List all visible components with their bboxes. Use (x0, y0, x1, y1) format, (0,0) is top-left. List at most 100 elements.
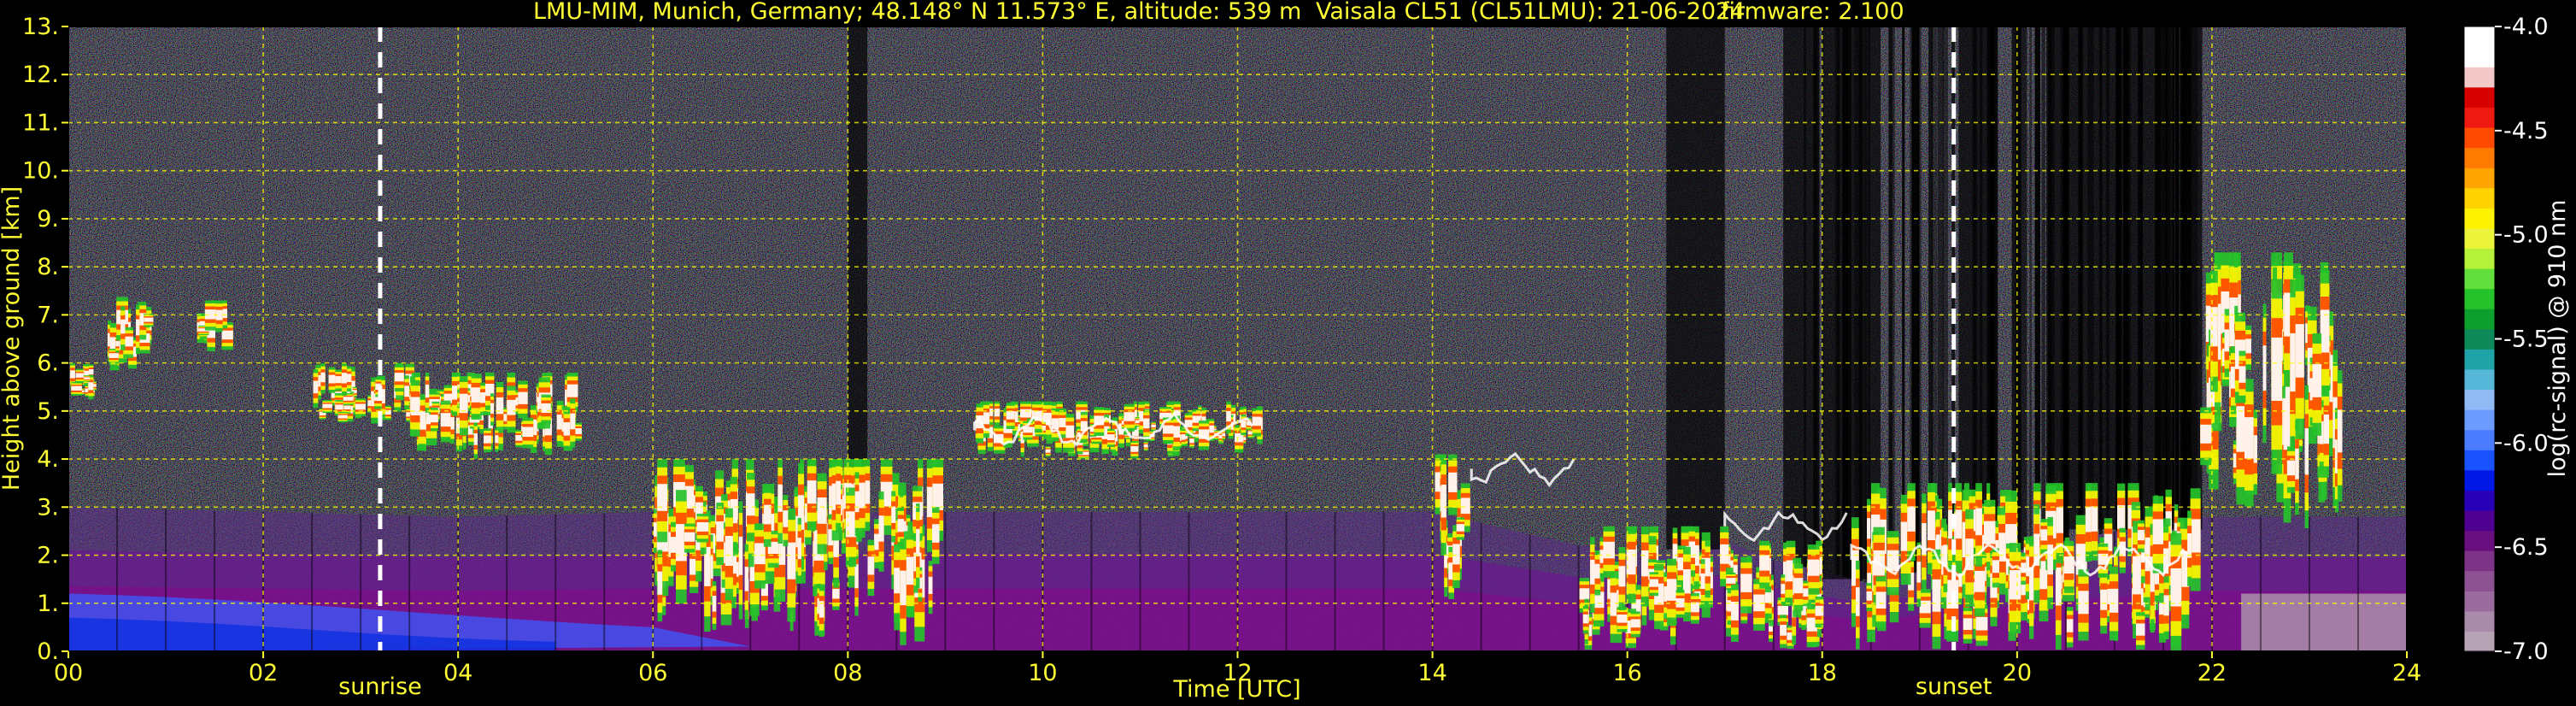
colorbar-swatch (2464, 147, 2495, 168)
colorbar-swatch (2464, 168, 2495, 189)
cloud-mark (2170, 568, 2182, 607)
cloud-mark (2304, 428, 2309, 475)
cloud-cell (994, 401, 1000, 426)
cloud-cell (495, 427, 499, 452)
cloud-cell (2033, 504, 2040, 603)
dark-streak (848, 26, 868, 512)
cloud-cell (320, 363, 326, 394)
cloud-cell (1456, 517, 1464, 540)
colorbar-swatch (2464, 349, 2495, 370)
y-tick-label: 6. (37, 350, 59, 377)
cloud-mark (1045, 449, 1051, 453)
cloud-mark (2163, 595, 2169, 616)
cloud-cell (84, 364, 89, 386)
cloud-mark (891, 506, 896, 523)
cloud-mark (2085, 506, 2092, 532)
dark-streak (1863, 26, 1868, 583)
cloud-cell (341, 362, 347, 396)
cloud-mark (109, 353, 119, 358)
y-tick-label: 1. (37, 591, 59, 617)
colorbar-swatch (2464, 591, 2495, 612)
cloud-cell (75, 368, 84, 383)
cloud-cell (712, 580, 717, 630)
cloud-cell (1603, 526, 1615, 578)
cloud-cell (2119, 527, 2126, 574)
cloud-mark (313, 380, 319, 394)
cloud-mark (1441, 485, 1446, 518)
y-tick-label: 12. (22, 62, 59, 88)
y-tick-label: 8. (37, 254, 59, 280)
cloud-cell (496, 382, 504, 433)
cloud-mark (1875, 591, 1887, 609)
cloud-mark (1759, 555, 1770, 571)
cloud-cell (1143, 409, 1150, 440)
cloud-cell (836, 459, 841, 532)
dark-streak (2138, 26, 2143, 527)
x-tick-label: 24 (2392, 660, 2421, 686)
cloud-mark (2029, 567, 2034, 601)
cloud-cell (1992, 548, 1999, 588)
dark-streak (1980, 26, 1983, 557)
cloud-cell (725, 508, 733, 601)
cloud-mark (2239, 366, 2246, 383)
annotation-label: sunrise (338, 674, 422, 700)
cloud-cell (2163, 576, 2169, 639)
cloud-mark (1172, 426, 1180, 438)
cloud-cell (754, 523, 766, 589)
cloud-cell (522, 417, 534, 449)
cloud-cell (878, 491, 884, 572)
cloud-mark (2078, 591, 2089, 615)
cloud-cell (1006, 403, 1015, 429)
cloud-mark (1218, 434, 1223, 438)
cloud-cell (1919, 589, 1931, 628)
colorbar-swatch (2464, 187, 2495, 209)
cloud-cell (2029, 536, 2034, 639)
cloud-cell (473, 422, 478, 459)
dark-streak (2047, 26, 2051, 544)
cloud-cell (1731, 584, 1739, 642)
cloud-cell (1856, 560, 1860, 650)
cloud-cell (2187, 510, 2192, 586)
dark-streak (1836, 26, 1840, 576)
cloud-mark (916, 528, 920, 556)
cloud-mark (144, 317, 154, 322)
dark-streak (1666, 26, 1725, 550)
cloud-mark (2152, 519, 2163, 544)
cloud-mark (754, 543, 766, 565)
cloud-mark (343, 397, 354, 401)
colorbar-swatch (2464, 530, 2495, 551)
cloud-mark (566, 384, 578, 397)
cloud-cell (1641, 526, 1649, 607)
cloud-mark (900, 570, 907, 606)
cloud-mark (1992, 560, 1999, 574)
cloud-mark (994, 409, 1000, 417)
colorbar-tick-label: -4.0 (2503, 14, 2549, 40)
cloud-mark (2047, 544, 2053, 575)
dark-streak (1994, 26, 1998, 555)
cloud-mark (88, 382, 94, 391)
cloud-mark (1448, 472, 1458, 492)
cloud-mark (1252, 416, 1261, 427)
cloud-mark (570, 413, 576, 430)
cloud-mark (1867, 518, 1871, 539)
dark-streak (1813, 26, 1820, 570)
cloud-mark (1618, 566, 1626, 587)
cloud-mark (2295, 448, 2299, 479)
y-axis: 0.1.2.3.4.5.6.7.8.9.10.11.12.13. (22, 14, 68, 665)
cloud-mark (1460, 497, 1470, 515)
cloud-mark (221, 330, 233, 340)
dark-streak (2168, 26, 2171, 521)
cloud-mark (1887, 550, 1899, 572)
colorbar-swatch (2464, 490, 2495, 511)
dark-streak (2016, 26, 2021, 551)
cloud-cell (425, 372, 430, 413)
colorbar-swatch (2464, 570, 2495, 591)
annotation-label: sunset (1916, 674, 1992, 700)
cloud-mark (2100, 589, 2108, 610)
cloud-mark (1807, 559, 1820, 576)
x-tick-label: 08 (833, 660, 862, 686)
cloud-mark (1984, 521, 1996, 544)
cloud-cell (817, 473, 827, 555)
dark-streak (1937, 26, 1944, 566)
cloud-cell (1045, 446, 1051, 457)
